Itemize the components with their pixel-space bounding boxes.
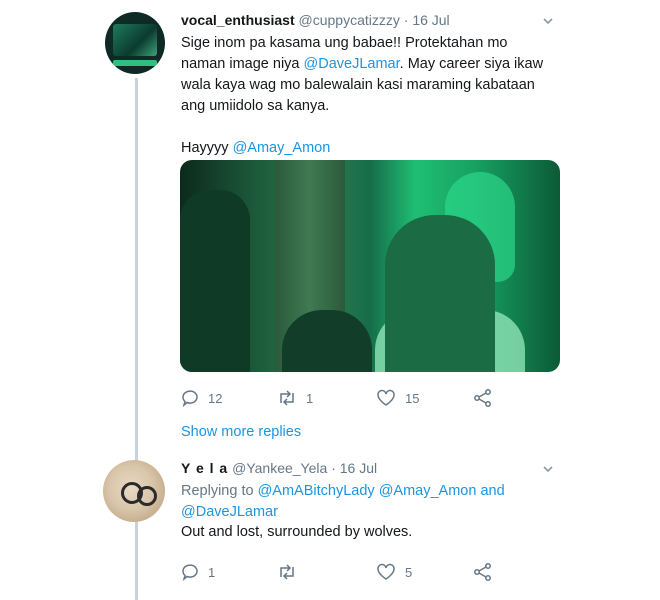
like-icon	[377, 389, 395, 406]
reply-icon	[182, 564, 198, 582]
reply-button[interactable]: 12	[180, 388, 222, 408]
handle[interactable]: @Yankee_Yela	[232, 460, 327, 476]
handle[interactable]: @cuppycatizzzy	[299, 12, 400, 28]
tweet-text: Sige inom pa kasama ung babae!! Protekta…	[181, 33, 561, 159]
share-icon	[474, 563, 491, 581]
tweet-text-line: wala kaya wag mo balewalain kasi maramin…	[181, 77, 535, 93]
mention-link[interactable]: @DaveJLamar	[304, 56, 400, 72]
timestamp[interactable]: 16 Jul	[340, 460, 377, 476]
avatar-image-bar	[113, 60, 157, 66]
reply-icon	[182, 390, 198, 408]
mention-link[interactable]: @Amay_Amon	[233, 140, 331, 156]
display-name[interactable]: Y e l a	[181, 460, 228, 476]
display-name[interactable]: vocal_enthusiast	[181, 12, 295, 28]
reply-button[interactable]: 1	[180, 562, 215, 582]
retweet-icon	[280, 390, 294, 406]
retweet-icon	[280, 564, 294, 580]
replying-to-line: @DaveJLamar	[181, 502, 561, 523]
like-icon	[377, 563, 395, 580]
tweet-header: vocal_enthusiast @cuppycatizzzy · 16 Jul	[181, 12, 450, 28]
chevron-down-icon[interactable]	[543, 16, 553, 26]
replying-and: and	[476, 483, 505, 499]
mention-link[interactable]: @AmABitchyLady	[258, 483, 375, 499]
share-button[interactable]	[472, 388, 494, 408]
tweet-text-line: Hayyyy @Amay_Amon	[181, 138, 561, 159]
retweet-count: 1	[306, 390, 314, 406]
avatar[interactable]	[105, 12, 165, 74]
separator: ·	[331, 460, 336, 476]
retweet-button[interactable]	[276, 562, 298, 582]
reply-count: 1	[208, 564, 216, 580]
tweet-media-video[interactable]	[180, 160, 560, 372]
replying-to: Replying to @AmABitchyLady @Amay_Amon an…	[181, 481, 561, 523]
media-person	[180, 190, 250, 372]
mention-link[interactable]: @Amay_Amon	[379, 483, 477, 499]
tweet-text-segment: . May career siya ikaw	[399, 56, 544, 72]
chevron-down-icon[interactable]	[543, 464, 553, 474]
tweet-text-line: Sige inom pa kasama ung babae!! Protekta…	[181, 35, 508, 51]
tweet-text-line: naman image niya @DaveJLamar. May career…	[181, 54, 561, 75]
show-more-replies-link[interactable]: Show more replies	[181, 424, 301, 440]
avatar-image-detail	[137, 486, 157, 506]
media-person	[282, 310, 372, 372]
retweet-button[interactable]: 1	[276, 388, 313, 408]
separator: ·	[403, 12, 409, 28]
like-button[interactable]: 15	[375, 388, 419, 408]
timestamp[interactable]: 16 Jul	[412, 12, 449, 28]
tweet-text-segment: naman image niya	[181, 56, 304, 72]
replying-to-label: Replying to	[181, 483, 258, 499]
share-icon	[474, 389, 491, 407]
tweet-header: Y e l a @Yankee_Yela · 16 Jul	[181, 460, 377, 476]
tweet-text-line: ang umiidolo sa kanya.	[181, 98, 330, 114]
tweet-text-segment: Hayyyy	[181, 140, 233, 156]
replying-to-line: Replying to @AmABitchyLady @Amay_Amon an…	[181, 481, 561, 502]
share-button[interactable]	[472, 562, 494, 582]
mention-link[interactable]: @DaveJLamar	[181, 504, 278, 520]
media-person	[385, 215, 495, 372]
tweet-text: Out and lost, surrounded by wolves.	[181, 524, 413, 540]
avatar-image-screen	[113, 24, 157, 56]
reply-count: 12	[208, 390, 223, 406]
like-count: 5	[405, 564, 413, 580]
like-button[interactable]: 5	[375, 562, 412, 582]
like-count: 15	[405, 390, 420, 406]
avatar[interactable]	[103, 460, 165, 522]
